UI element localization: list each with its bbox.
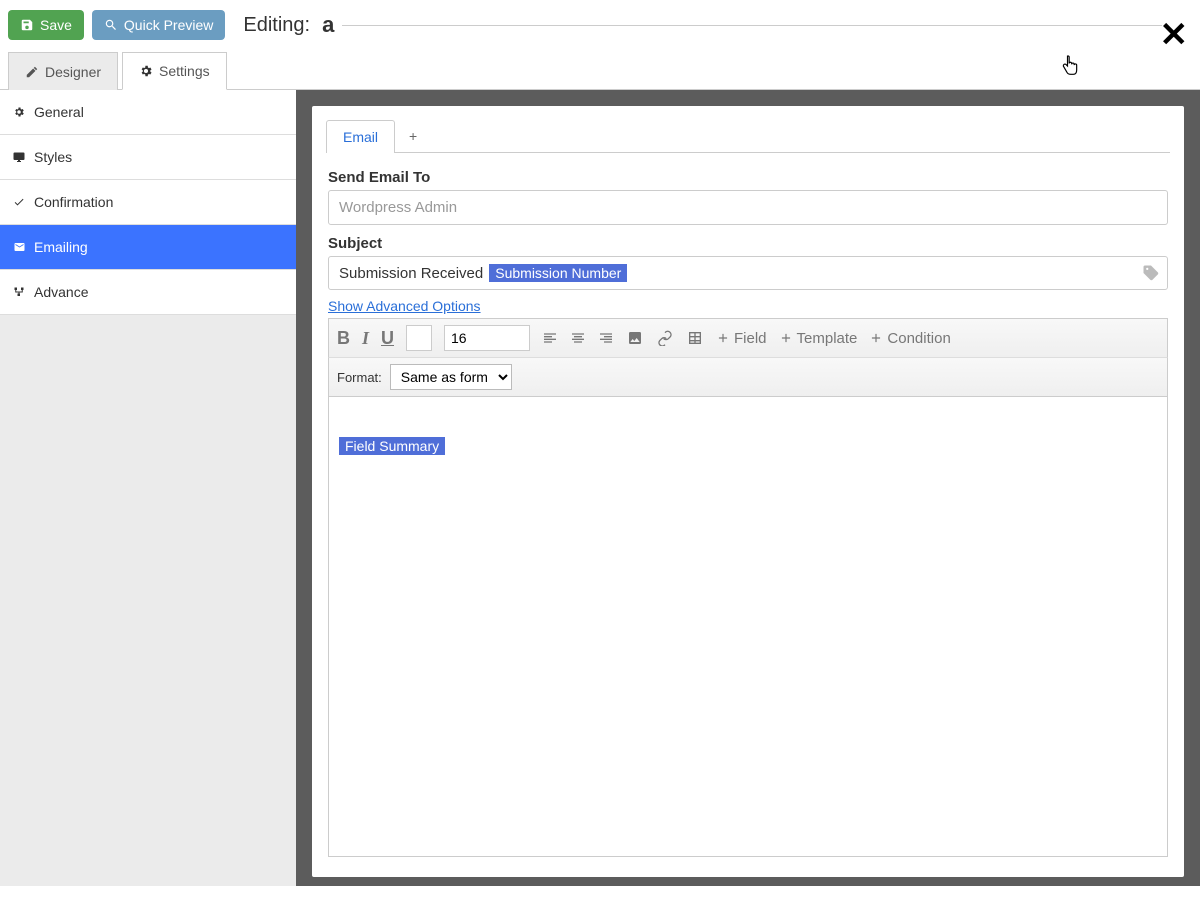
insert-template-button[interactable]: Template — [779, 330, 858, 347]
preview-label: Quick Preview — [124, 17, 213, 33]
sidebar: General Styles Confirmation Emailing Adv… — [0, 90, 296, 886]
sidebar-item-label: Confirmation — [34, 194, 113, 210]
font-size-input[interactable] — [444, 325, 530, 351]
subject-text: Submission Received — [339, 265, 483, 282]
gear-icon — [12, 106, 26, 118]
sidebar-item-label: Styles — [34, 149, 72, 165]
email-body-editor[interactable]: Field Summary — [328, 397, 1168, 857]
table-button[interactable] — [686, 330, 704, 346]
search-icon — [104, 18, 118, 32]
align-right-button[interactable] — [598, 330, 614, 346]
tab-settings[interactable]: Settings — [122, 52, 227, 90]
main-area: Email + Send Email To Subject Submission… — [296, 90, 1200, 886]
subject-input[interactable]: Submission Received Submission Number — [328, 256, 1168, 290]
sidebar-item-label: Emailing — [34, 239, 88, 255]
insert-condition-button[interactable]: Condition — [869, 330, 950, 347]
editing-title: a — [322, 12, 334, 38]
email-panel: Email + Send Email To Subject Submission… — [312, 106, 1184, 877]
desktop-icon — [12, 151, 26, 163]
floppy-icon — [20, 18, 34, 32]
email-tabs: Email + — [326, 120, 1170, 153]
main-tabs: Designer Settings — [0, 52, 1200, 90]
sidebar-item-confirmation[interactable]: Confirmation — [0, 180, 296, 225]
editing-label: Editing: — [243, 14, 310, 37]
editor-toolbar-2: Format: Same as form — [328, 357, 1168, 397]
body-tag-chip[interactable]: Field Summary — [339, 437, 445, 455]
advanced-options-link[interactable]: Show Advanced Options — [328, 298, 481, 314]
sidebar-item-advance[interactable]: Advance — [0, 270, 296, 315]
sidebar-item-general[interactable]: General — [0, 90, 296, 135]
align-left-button[interactable] — [542, 330, 558, 346]
subject-tag-chip[interactable]: Submission Number — [489, 264, 627, 282]
image-button[interactable] — [626, 330, 644, 346]
tab-designer[interactable]: Designer — [8, 52, 118, 90]
link-button[interactable] — [656, 330, 674, 346]
close-icon[interactable]: ✕ — [1160, 18, 1189, 52]
editor-toolbar: B I U Field — [328, 318, 1168, 357]
insert-field-button[interactable]: Field — [716, 330, 767, 347]
gear-icon — [139, 64, 153, 78]
tab-designer-label: Designer — [45, 64, 101, 80]
designer-icon — [25, 65, 39, 79]
italic-button[interactable]: I — [362, 328, 369, 349]
subject-label: Subject — [328, 235, 1168, 252]
envelope-icon — [12, 241, 26, 253]
tag-icon[interactable] — [1142, 264, 1160, 282]
sidebar-item-label: General — [34, 104, 84, 120]
bold-button[interactable]: B — [337, 328, 350, 349]
add-tab-button[interactable]: + — [395, 120, 431, 152]
tab-email[interactable]: Email — [326, 120, 395, 153]
topbar: Save Quick Preview Editing: a ✕ — [0, 0, 1200, 46]
format-select[interactable]: Same as form — [390, 364, 512, 390]
title-underline — [342, 25, 1162, 26]
underline-button[interactable]: U — [381, 328, 394, 349]
format-label: Format: — [337, 370, 382, 385]
sidebar-item-styles[interactable]: Styles — [0, 135, 296, 180]
sidebar-item-label: Advance — [34, 284, 88, 300]
save-label: Save — [40, 17, 72, 33]
send-to-input[interactable] — [328, 190, 1168, 225]
color-picker[interactable] — [406, 325, 432, 351]
align-center-button[interactable] — [570, 330, 586, 346]
sidebar-item-emailing[interactable]: Emailing — [0, 225, 296, 270]
save-button[interactable]: Save — [8, 10, 84, 40]
nodes-icon — [12, 286, 26, 298]
check-icon — [12, 196, 26, 208]
tab-settings-label: Settings — [159, 63, 210, 79]
preview-button[interactable]: Quick Preview — [92, 10, 225, 40]
send-to-label: Send Email To — [328, 169, 1168, 186]
